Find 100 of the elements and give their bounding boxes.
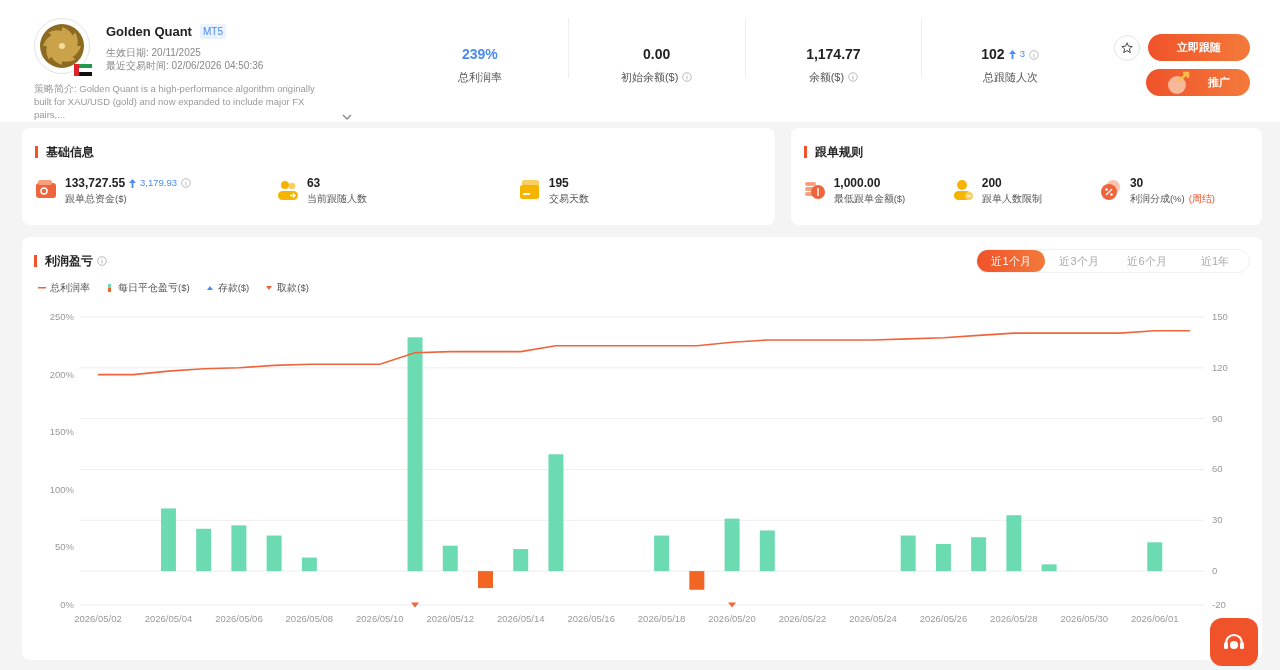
axis-label: 2026/05/22	[778, 613, 827, 625]
axis-label: 2026/05/08	[285, 613, 334, 625]
axis-label: 2026/05/02	[74, 613, 122, 625]
period-tab[interactable]: 近1年	[1181, 250, 1249, 272]
stat-value: 102	[981, 45, 1005, 64]
follow-button[interactable]: 立即跟随	[1148, 34, 1250, 61]
chevron-icon[interactable]	[342, 113, 352, 121]
stat-label: 利润分成(%)	[1129, 192, 1185, 206]
period-tab[interactable]: 近3个月	[1045, 250, 1113, 272]
bar	[1006, 515, 1022, 572]
axis-label: 2026/05/24	[849, 613, 897, 625]
axis-label: 2026/05/20	[708, 613, 756, 625]
chart-title: 利润盈亏	[34, 255, 93, 267]
users-icon	[276, 179, 299, 202]
bar	[654, 535, 670, 572]
stat-value: 200	[981, 175, 1002, 192]
card-icon	[518, 179, 541, 202]
axis-label: 2026/05/30	[1060, 613, 1109, 625]
stat-label: 跟单总资金($)	[65, 192, 127, 206]
bar	[900, 535, 916, 572]
stat-label: 初始余额($)	[620, 70, 679, 85]
stat-label: 当前跟随人数	[306, 192, 367, 206]
withdrawal-marker	[728, 602, 737, 608]
bar	[689, 571, 705, 590]
platform-tag: MT5	[199, 24, 226, 40]
axis-label: 2026/05/10	[356, 613, 404, 625]
legend-label: 总利润率	[50, 281, 90, 295]
axis-label: 150%	[49, 426, 74, 438]
bar	[196, 529, 212, 572]
stat-value: 30	[1129, 175, 1144, 192]
stat-value: 195	[548, 175, 569, 192]
bar	[759, 530, 775, 572]
info-icon[interactable]	[682, 72, 693, 83]
bar	[724, 518, 740, 572]
bar	[266, 535, 282, 572]
legend-label: 取款($)	[277, 281, 309, 295]
period-tab[interactable]: 近6个月	[1113, 250, 1181, 272]
axis-label: 0	[1212, 565, 1218, 577]
arrow-up-icon	[1008, 50, 1016, 59]
axis-label: 200%	[49, 368, 74, 380]
bar	[442, 545, 458, 572]
axis-label: 2026/05/06	[215, 613, 263, 625]
stat-change: 3	[1019, 47, 1025, 62]
stat-label: 交易天数	[548, 192, 589, 206]
panel-title: 跟单规则	[803, 146, 1248, 158]
period-tab[interactable]: 近1个月	[977, 250, 1045, 272]
coin-icon	[1166, 70, 1192, 95]
axis-label: 60	[1212, 463, 1223, 475]
logo-icon	[34, 18, 90, 74]
bar	[513, 549, 529, 572]
percent-icon	[1099, 179, 1122, 202]
stat-label: 最低跟单金额($)	[833, 192, 906, 206]
strategy-name: Golden Quant	[106, 23, 192, 41]
panel-title: 基础信息	[35, 146, 761, 158]
stat-label: 跟单人数限制	[981, 192, 1042, 206]
coins-icon	[803, 179, 826, 202]
legend-label: 每日平仓盈亏($)	[118, 281, 190, 295]
bar	[1147, 542, 1163, 572]
user-icon	[951, 179, 974, 202]
stat-label: 总跟随人次	[982, 70, 1038, 85]
info-icon[interactable]	[848, 72, 859, 83]
withdrawal-marker	[411, 602, 420, 608]
info-icon[interactable]	[181, 178, 192, 188]
stat-label: 总利润率	[457, 70, 502, 85]
strategy-description: 策略简介: Golden Quant is a high-performance algorithm originally built for XAU/USD (gold) and now expanded to include major FX pairs,...	[34, 82, 316, 121]
favorite-button[interactable]	[1114, 34, 1140, 61]
axis-label: 2026/05/26	[919, 613, 968, 625]
info-icon[interactable]	[1028, 49, 1039, 60]
axis-label: -20	[1212, 599, 1226, 611]
axis-label: 2026/05/16	[567, 613, 615, 625]
stat-note: (周结)	[1188, 192, 1215, 206]
info-icon[interactable]	[97, 256, 107, 266]
bar	[478, 571, 493, 589]
last-trade-time: 最近交易时间: 02/06/2026 04:50:36	[106, 58, 264, 72]
axis-label: 250%	[49, 311, 74, 323]
axis-label: 2026/05/18	[637, 613, 686, 625]
axis-label: 50%	[55, 541, 74, 553]
axis-label: 100%	[49, 484, 74, 496]
axis-label: 90	[1212, 412, 1223, 424]
bar	[301, 557, 317, 572]
stat-value: 133,727.55	[65, 175, 126, 192]
star-icon	[1121, 41, 1133, 54]
stat-value: 0.00	[643, 45, 671, 64]
axis-label: 2026/05/04	[144, 613, 193, 625]
axis-label: 2026/05/12	[426, 613, 475, 625]
stat-value: 239%	[461, 45, 498, 64]
bar	[160, 508, 176, 572]
legend-label: 存款($)	[217, 281, 250, 295]
axis-label: 2026/05/14	[496, 613, 545, 625]
bar	[971, 537, 987, 572]
bar	[935, 544, 951, 572]
stat-change: 3,179.93	[140, 175, 178, 190]
chat-button[interactable]	[1210, 618, 1258, 666]
promote-button[interactable]: 推广	[1146, 69, 1250, 96]
stat-value: 1,174.77	[806, 45, 861, 64]
stat-label: 余额($)	[808, 70, 845, 85]
axis-label: 0%	[60, 599, 74, 611]
arrow-up-icon	[129, 178, 137, 188]
axis-label: 30	[1212, 514, 1223, 526]
axis-label: 120	[1212, 362, 1228, 374]
